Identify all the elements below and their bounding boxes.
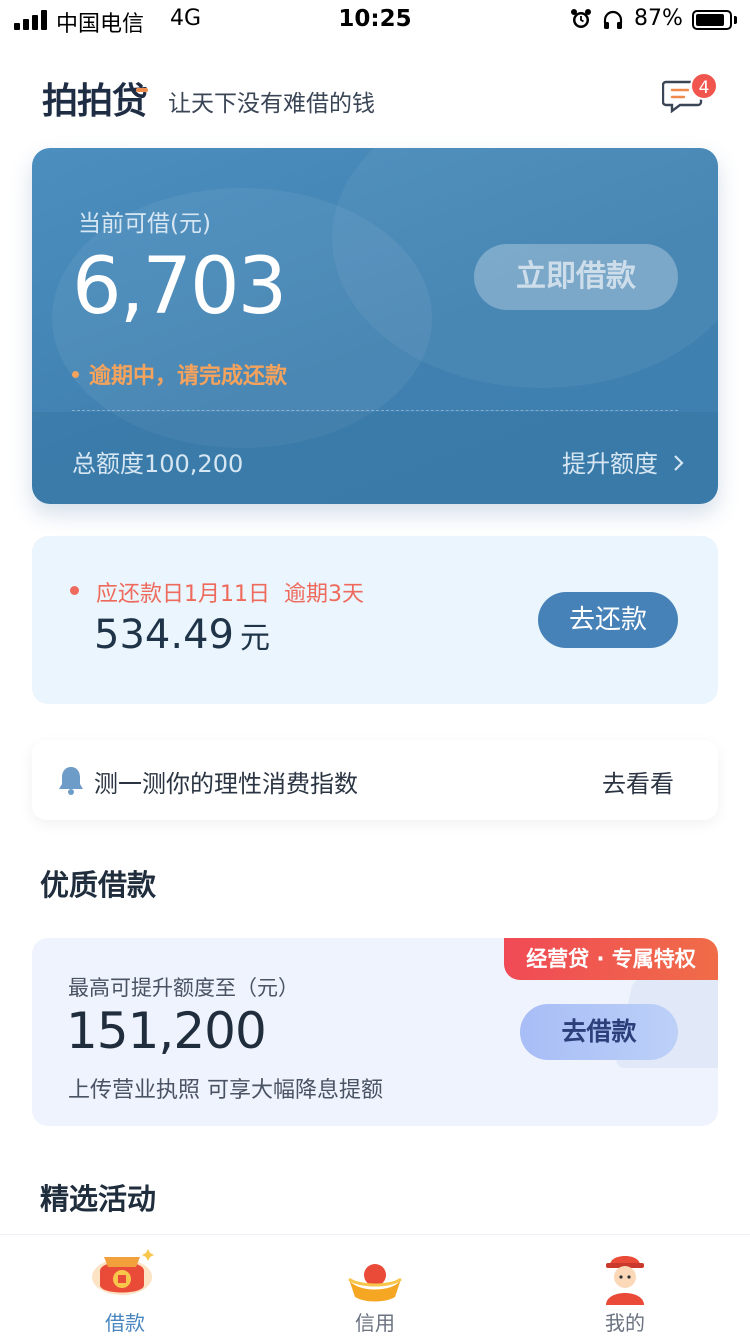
- raise-quota-link[interactable]: 提升额度: [562, 444, 686, 479]
- quota-card: 当前可借(元) 6,703 立即借款 逾期中，请完成还款 总额度100,200 …: [32, 148, 718, 504]
- borrow-now-button[interactable]: 立即借款: [474, 244, 678, 310]
- repay-alert-dot: [70, 586, 79, 595]
- business-loan-description: 上传营业执照 可享大幅降息提额: [68, 1078, 383, 1103]
- total-quota: 总额度100,200: [72, 450, 244, 478]
- go-see-link[interactable]: 去看看: [602, 764, 674, 799]
- go-borrow-button[interactable]: 去借款: [520, 1004, 678, 1060]
- repay-button[interactable]: 去还款: [538, 592, 678, 648]
- overdue-dot: [72, 370, 79, 378]
- message-badge: 4: [690, 72, 718, 100]
- app-logo: 拍拍贷: [42, 81, 148, 122]
- tab-bar: 借款 信用 我的: [0, 1234, 750, 1335]
- battery-level: [696, 14, 724, 26]
- app-slogan: 让天下没有难借的钱: [168, 91, 375, 117]
- card-divider: [72, 410, 678, 411]
- tab-label-loan: 借款: [105, 1311, 145, 1335]
- battery-percent: 87%: [634, 6, 683, 31]
- max-quota-amount: 151,200: [66, 1002, 267, 1060]
- battery-cap: [734, 16, 737, 24]
- raise-quota-label: 提升额度: [562, 450, 658, 478]
- max-quota-label: 最高可提升额度至（元）: [68, 976, 299, 1000]
- loan-bag-icon: [92, 1249, 154, 1295]
- tab-label-mine: 我的: [605, 1311, 645, 1335]
- repay-amount: 534.49 元: [94, 612, 270, 658]
- alarm-icon: [571, 9, 591, 28]
- consumption-index-text: 测一测你的理性消费指数: [94, 770, 358, 798]
- exclusive-tag: 经营贷 · 专属特权: [504, 938, 718, 980]
- logo-accent: [136, 88, 148, 92]
- repayment-card: 应还款日1月11日 逾期3天 534.49 元 去还款: [32, 536, 718, 704]
- battery-icon: [692, 10, 732, 30]
- chevron-right-icon: [673, 455, 684, 471]
- tab-label-credit: 信用: [355, 1311, 395, 1335]
- overdue-notice-text: 逾期中，请完成还款: [89, 364, 288, 389]
- available-amount: 6,703: [72, 242, 287, 332]
- repay-due-info: 应还款日1月11日 逾期3天: [96, 582, 364, 607]
- available-label: 当前可借(元): [78, 211, 211, 237]
- profile-avatar-icon: [606, 1256, 644, 1305]
- tab-mine[interactable]: 我的: [500, 1235, 750, 1335]
- overdue-notice: 逾期中，请完成还款: [72, 358, 287, 390]
- tab-credit[interactable]: 信用: [250, 1235, 500, 1335]
- repay-amount-value: 534.49: [94, 612, 234, 658]
- bell-icon: [59, 767, 83, 795]
- repay-amount-unit: 元: [239, 621, 270, 656]
- section-title-quality: 优质借款: [40, 868, 157, 902]
- gold-ingot-icon: [348, 1264, 402, 1302]
- tab-loan[interactable]: 借款: [0, 1235, 250, 1335]
- status-bar: 中国电信 4G 10:25 87%: [0, 0, 750, 40]
- consumption-index-row[interactable]: 测一测你的理性消费指数 去看看: [32, 740, 718, 820]
- business-loan-card[interactable]: 经营贷 · 专属特权 最高可提升额度至（元） 151,200 上传营业执照 可享…: [32, 938, 718, 1126]
- section-title-activities: 精选活动: [40, 1182, 157, 1216]
- headphone-icon: [603, 10, 623, 29]
